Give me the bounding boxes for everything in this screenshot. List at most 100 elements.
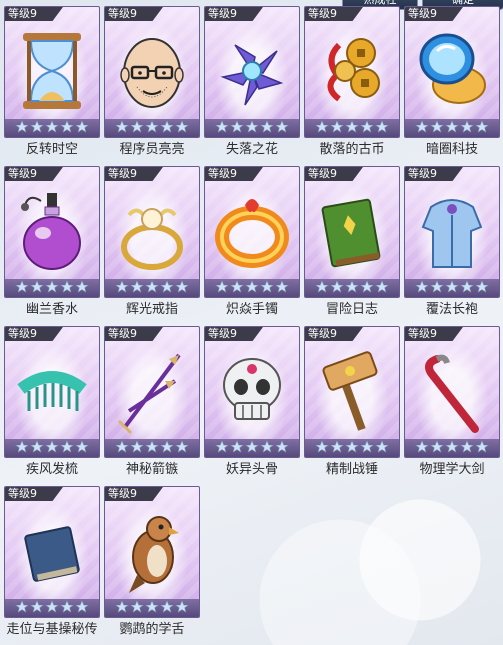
skull-icon	[215, 345, 289, 437]
item-card[interactable]: 等级9 覆法长袍	[404, 160, 500, 320]
item-card[interactable]: 等级9 失落之花	[204, 0, 300, 160]
star-icon	[330, 279, 344, 298]
flame-bracelet-icon	[215, 185, 289, 277]
star-icon	[60, 599, 74, 618]
star-rating	[305, 439, 399, 457]
star-icon	[75, 279, 89, 298]
item-card[interactable]: 等级9 辉光戒指	[104, 160, 200, 320]
item-name: 鹦鹉的学舌	[119, 622, 185, 637]
star-icon	[175, 279, 189, 298]
item-frame: 等级9	[204, 166, 300, 298]
star-icon	[260, 279, 274, 298]
star-rating	[205, 439, 299, 457]
item-card[interactable]: 等级9 冒险日志	[304, 160, 400, 320]
star-icon	[30, 119, 44, 138]
star-icon	[60, 279, 74, 298]
star-icon	[360, 279, 374, 298]
star-icon	[275, 439, 289, 458]
item-card[interactable]: 等级9 散落的古币	[304, 0, 400, 160]
star-icon	[175, 439, 189, 458]
star-icon	[145, 599, 159, 618]
star-icon	[160, 439, 174, 458]
crossed-arrows-icon	[115, 345, 189, 437]
star-icon	[215, 119, 229, 138]
item-card[interactable]: 等级9 走位与基操秘传	[4, 480, 100, 640]
item-card[interactable]: 等级9 精制战锤	[304, 320, 400, 480]
item-card[interactable]: 等级9 疾风发梳	[4, 320, 100, 480]
star-icon	[30, 279, 44, 298]
star-icon	[115, 279, 129, 298]
star-icon	[430, 279, 444, 298]
item-frame: 等级9	[404, 326, 500, 458]
item-card[interactable]: 等级9 鹦鹉的学舌	[104, 480, 200, 640]
hourglass-icon	[15, 25, 89, 117]
star-rating	[405, 119, 499, 137]
item-name: 散落的古币	[319, 142, 385, 157]
item-frame: 等级9	[104, 166, 200, 298]
item-frame: 等级9	[304, 326, 400, 458]
star-icon	[115, 119, 129, 138]
item-grid: 等级9 反转时空 等级9 程序员亮亮 等级9 失落之花 等级9 散落的古币 等级9 暗圈科技 等级9…	[0, 0, 503, 645]
item-frame: 等级9	[4, 166, 100, 298]
star-icon	[345, 119, 359, 138]
star-icon	[245, 439, 259, 458]
star-icon	[215, 279, 229, 298]
star-icon	[260, 119, 274, 138]
star-icon	[360, 119, 374, 138]
item-card[interactable]: 等级9 幽兰香水	[4, 160, 100, 320]
star-icon	[445, 439, 459, 458]
star-icon	[15, 119, 29, 138]
star-icon	[430, 119, 444, 138]
perfume-bottle-icon	[15, 185, 89, 277]
item-name: 程序员亮亮	[119, 142, 185, 157]
item-name: 反转时空	[25, 142, 78, 157]
star-rating	[105, 119, 199, 137]
item-card[interactable]: 等级9 程序员亮亮	[104, 0, 200, 160]
star-rating	[105, 599, 199, 617]
star-icon	[230, 279, 244, 298]
level-badge: 等级9	[105, 167, 163, 181]
item-card[interactable]: 等级9 炽焱手镯	[204, 160, 300, 320]
star-icon	[115, 599, 129, 618]
item-card[interactable]: 等级9 反转时空	[4, 0, 100, 160]
level-badge: 等级9	[405, 167, 463, 181]
star-icon	[330, 119, 344, 138]
star-icon	[475, 119, 489, 138]
star-icon	[275, 279, 289, 298]
item-card[interactable]: 等级9 暗圈科技	[404, 0, 500, 160]
level-badge: 等级9	[305, 167, 363, 181]
item-name: 幽兰香水	[25, 302, 78, 317]
item-card[interactable]: 等级9 神秘箭镞	[104, 320, 200, 480]
star-icon	[75, 439, 89, 458]
star-icon	[445, 119, 459, 138]
star-icon	[15, 279, 29, 298]
star-icon	[315, 439, 329, 458]
star-rating	[205, 119, 299, 137]
star-icon	[115, 439, 129, 458]
level-badge: 等级9	[5, 7, 63, 21]
star-rating	[405, 439, 499, 457]
star-icon	[15, 439, 29, 458]
blue-robe-icon	[415, 185, 489, 277]
star-icon	[60, 119, 74, 138]
star-icon	[260, 439, 274, 458]
item-name: 炽焱手镯	[225, 302, 278, 317]
item-name: 暗圈科技	[425, 142, 478, 157]
star-icon	[60, 439, 74, 458]
star-icon	[145, 119, 159, 138]
star-icon	[230, 439, 244, 458]
item-card[interactable]: 等级9 妖异头骨	[204, 320, 300, 480]
star-icon	[345, 279, 359, 298]
item-frame: 等级9	[4, 486, 100, 618]
star-icon	[375, 119, 389, 138]
star-rating	[305, 279, 399, 297]
star-icon	[415, 119, 429, 138]
item-name: 失落之花	[225, 142, 278, 157]
star-icon	[460, 439, 474, 458]
star-icon	[145, 439, 159, 458]
star-icon	[460, 279, 474, 298]
blue-book-icon	[15, 505, 89, 597]
item-card[interactable]: 等级9 物理学大剑	[404, 320, 500, 480]
star-icon	[375, 439, 389, 458]
item-frame: 等级9	[304, 166, 400, 298]
